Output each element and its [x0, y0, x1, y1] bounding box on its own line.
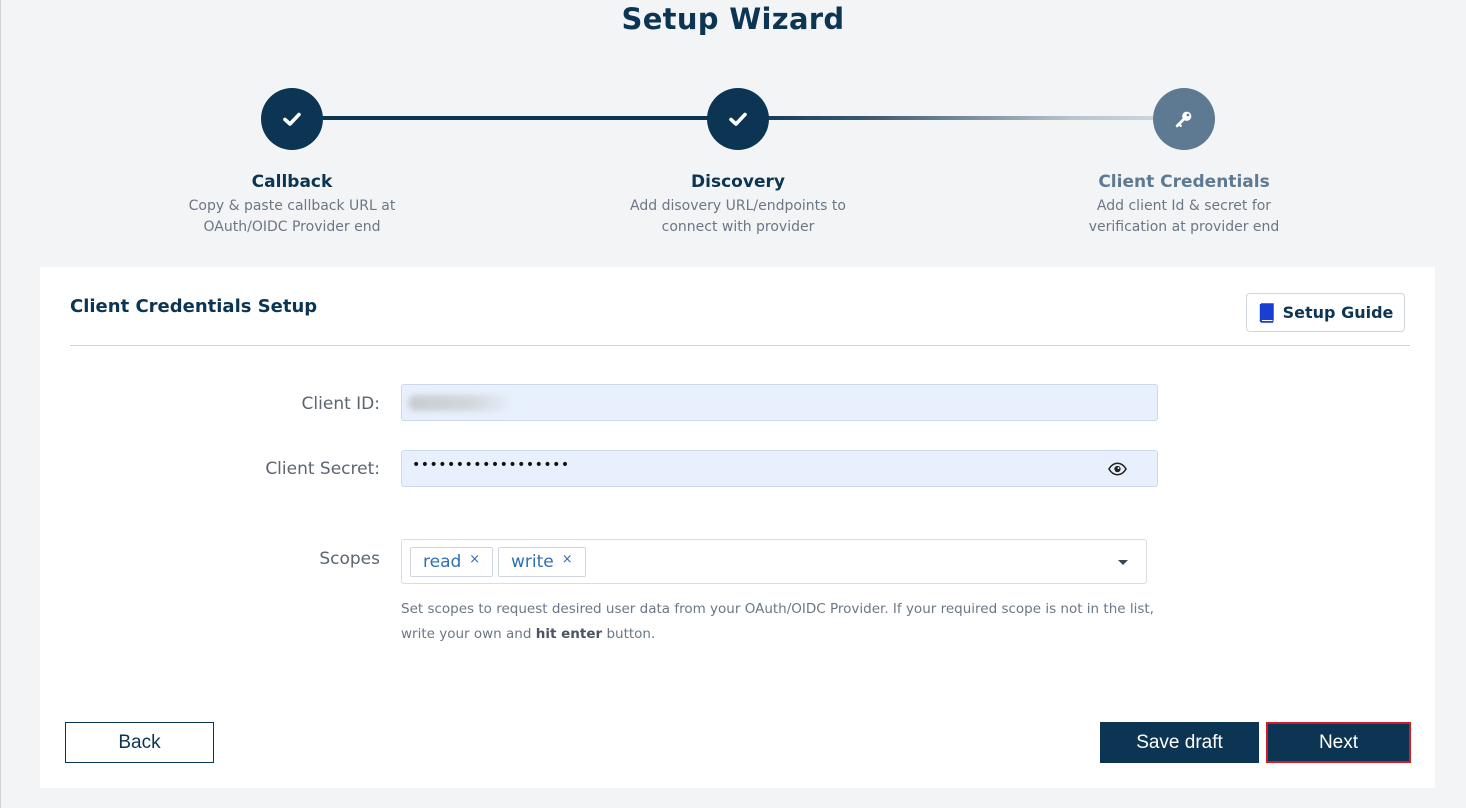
- step-discovery-circle[interactable]: [707, 88, 769, 150]
- wizard-stepper: Callback Copy & paste callback URL at OA…: [0, 88, 1466, 248]
- scope-chip-read: read ×: [410, 547, 493, 577]
- client-secret-value: ••••••••••••••••••: [412, 457, 570, 473]
- help-text-part: button.: [602, 626, 656, 642]
- scope-chip-label: write: [511, 552, 554, 572]
- client-id-label: Client ID:: [301, 394, 380, 414]
- step-connector-2: [738, 116, 1184, 120]
- step-title: Callback: [251, 172, 333, 192]
- step-description: connect with provider: [661, 219, 815, 235]
- scope-chip-label: read: [423, 552, 462, 572]
- step-title: Client Credentials: [1098, 172, 1270, 192]
- step-client-credentials: Client Credentials Add client Id & secre…: [1034, 172, 1334, 238]
- back-button[interactable]: Back: [65, 722, 214, 763]
- setup-guide-label: Setup Guide: [1282, 303, 1394, 322]
- book-icon: [1259, 302, 1274, 323]
- next-button[interactable]: Next: [1266, 722, 1411, 763]
- divider: [70, 345, 1410, 346]
- step-connector-1: [292, 116, 738, 120]
- eye-icon[interactable]: [1108, 462, 1127, 476]
- step-client-credentials-circle[interactable]: [1153, 88, 1215, 150]
- setup-guide-button[interactable]: Setup Guide: [1246, 293, 1405, 332]
- client-secret-field[interactable]: ••••••••••••••••••: [401, 450, 1158, 487]
- key-icon: [1175, 111, 1192, 128]
- step-description: OAuth/OIDC Provider end: [203, 219, 381, 235]
- scopes-select[interactable]: read × write ×: [401, 539, 1147, 584]
- check-icon: [283, 112, 301, 126]
- step-title: Discovery: [691, 172, 785, 192]
- chevron-down-icon[interactable]: [1118, 560, 1128, 565]
- step-callback-circle[interactable]: [261, 88, 323, 150]
- step-description: Add client Id & secret for: [1096, 198, 1272, 214]
- step-description: Add disovery URL/endpoints to: [630, 198, 846, 214]
- scopes-label: Scopes: [319, 549, 380, 569]
- page-title: Setup Wizard: [621, 2, 845, 36]
- client-id-field[interactable]: [401, 384, 1158, 421]
- help-text-bold: hit enter: [535, 626, 603, 642]
- client-secret-label: Client Secret:: [265, 459, 380, 479]
- scope-chip-write: write ×: [498, 547, 586, 577]
- step-description: verification at provider end: [1088, 219, 1280, 235]
- step-discovery: Discovery Add disovery URL/endpoints to …: [588, 172, 888, 238]
- step-callback: Callback Copy & paste callback URL at OA…: [142, 172, 442, 238]
- save-draft-button[interactable]: Save draft: [1100, 722, 1259, 763]
- step-description: Copy & paste callback URL at: [188, 198, 396, 214]
- client-id-redacted-value: [408, 395, 514, 411]
- scopes-help-text: Set scopes to request desired user data …: [401, 597, 1171, 647]
- credentials-card: Client Credentials Setup Setup Guide Cli…: [40, 267, 1435, 788]
- remove-scope-icon[interactable]: ×: [469, 552, 480, 567]
- check-icon: [729, 112, 747, 126]
- remove-scope-icon[interactable]: ×: [562, 552, 573, 567]
- help-text-part: Set scopes to request desired user data …: [401, 601, 1154, 642]
- card-title: Client Credentials Setup: [70, 296, 318, 317]
